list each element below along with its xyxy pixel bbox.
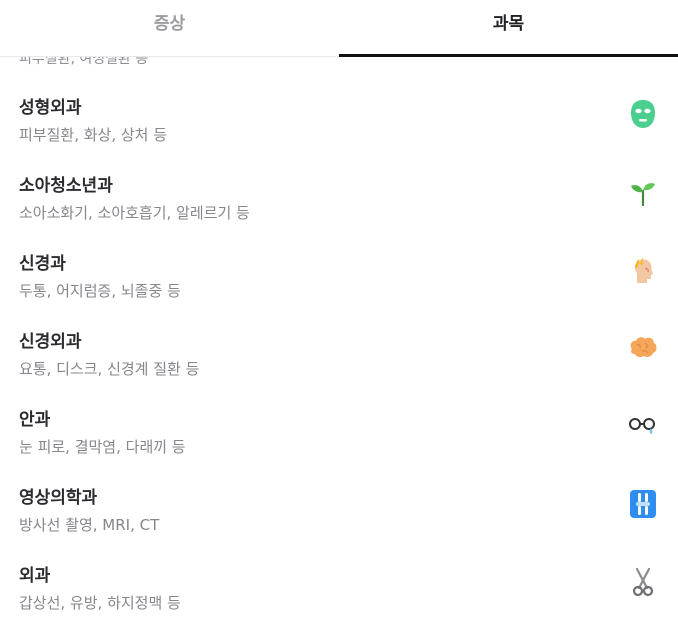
department-item-surgery[interactable]: 외과 갑상선, 유방, 하지정맥 등	[0, 525, 678, 612]
tab-bar: 증상 과목	[0, 0, 678, 57]
department-name: 신경외과	[19, 332, 82, 352]
department-name: 소아청소년과	[19, 176, 113, 196]
sprout-icon	[626, 175, 660, 209]
department-name: 신경과	[19, 254, 66, 274]
brain-icon	[626, 331, 660, 365]
department-name: 안과	[19, 410, 51, 430]
tab-department[interactable]: 과목	[339, 0, 678, 57]
scissors-icon	[626, 565, 660, 599]
department-item-neurosurgery[interactable]: 신경외과 요통, 디스크, 신경계 질환 등	[0, 291, 678, 378]
department-item-neurology[interactable]: 신경과 두통, 어지럼증, 뇌졸중 등	[0, 213, 678, 300]
eyeglasses-icon	[626, 409, 660, 443]
department-name: 영상의학과	[19, 488, 98, 508]
department-item-pediatrics[interactable]: 소아청소년과 소아소화기, 소아호흡기, 알레르기 등	[0, 135, 678, 222]
department-list[interactable]: 피부질환, 여성질환 등 성형외과 피부질환, 화상, 상처 등 소아청소년과 …	[0, 57, 678, 621]
tab-symptom[interactable]: 증상	[0, 0, 339, 56]
department-name: 성형외과	[19, 98, 82, 118]
department-description: 갑상선, 유방, 하지정맥 등	[19, 594, 181, 612]
head-pain-icon	[626, 253, 660, 287]
face-mask-icon	[626, 97, 660, 131]
xray-icon	[626, 487, 660, 521]
department-item-radiology[interactable]: 영상의학과 방사선 촬영, MRI, CT	[0, 447, 678, 534]
department-name: 외과	[19, 566, 51, 586]
department-item-ophthalmology[interactable]: 안과 눈 피로, 결막염, 다래끼 등	[0, 369, 678, 456]
department-item-plastic-surgery[interactable]: 성형외과 피부질환, 화상, 상처 등	[0, 57, 678, 144]
